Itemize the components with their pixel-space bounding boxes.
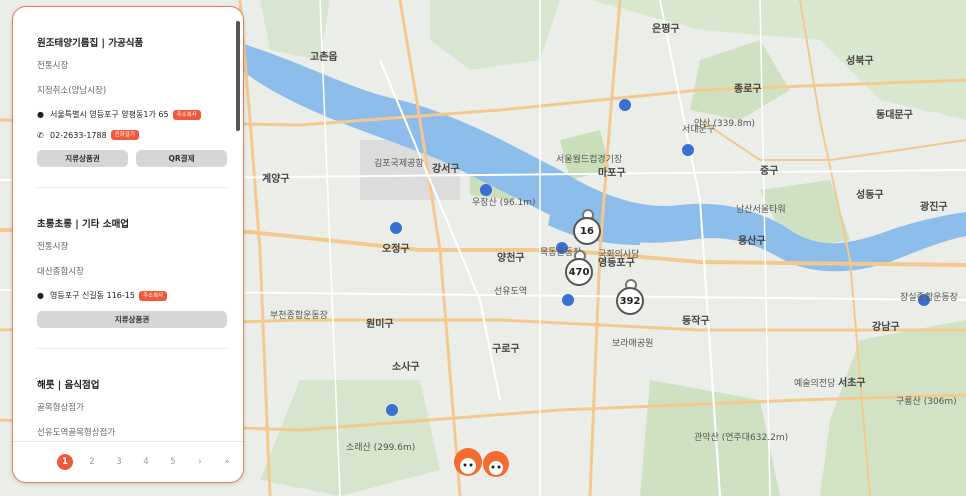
page-button-1[interactable]: 1 (57, 454, 73, 470)
district-label: 성북구 (846, 54, 874, 67)
district-label: 고촌읍 (310, 50, 338, 63)
district-label: 은평구 (652, 22, 680, 35)
store-address: 영등포구 신길동 116-15 (50, 291, 135, 300)
phone-icon: ✆ (37, 130, 44, 140)
store-title: 해룻 | 음식점업 (37, 380, 100, 391)
place-label: 선유도역 (494, 286, 527, 297)
map-cluster-marker[interactable]: 392 (616, 279, 644, 315)
store-title: 초롱초롱 | 기타 소매업 (37, 219, 130, 230)
map-cluster-marker[interactable]: 470 (565, 250, 593, 286)
store-market-type: 전통시장 (37, 242, 69, 252)
store-list-panel: 원조태양기름집 | 가공식품 전통시장 지정취소(양남시장) ● 서울특별시 영… (12, 6, 244, 483)
district-label: 소사구 (392, 360, 420, 373)
page-button-5[interactable]: 5 (165, 454, 181, 470)
marker-count: 392 (616, 287, 644, 315)
store-card[interactable]: 초롱초롱 | 기타 소매업 전통시장 대산종합시장 ● 영등포구 신길동 116… (37, 188, 227, 349)
copy-address-button[interactable]: 주소복사 (172, 109, 201, 120)
place-label: 국회의사당 (598, 249, 639, 260)
district-label: 마포구 (598, 166, 626, 179)
store-address-row: ● 서울특별시 영등포구 양평동1가 65 주소복사 (37, 109, 227, 120)
paper-voucher-button[interactable]: 지류상품권 (37, 150, 128, 167)
place-label: 서대문구 (682, 124, 715, 135)
place-label: 관악산 (연주대632.2m) (694, 431, 788, 443)
qr-payment-button[interactable]: QR결제 (136, 150, 227, 167)
marker-count: 470 (565, 258, 593, 286)
call-button[interactable]: 전화걸기 (110, 130, 139, 140)
last-page-button[interactable]: » (219, 454, 235, 470)
district-label: 원미구 (366, 317, 394, 330)
store-market-type: 전통시장 (37, 61, 69, 71)
store-market-type: 골목형상점가 (37, 403, 84, 413)
store-card[interactable]: 해룻 | 음식점업 골목형상점가 선유도역골목형상점가 (37, 349, 227, 442)
district-label: 동대문구 (876, 108, 913, 121)
store-phone: 02-2633-1788 (50, 130, 107, 140)
store-status: 선유도역골목형상점가 (37, 428, 116, 438)
store-payment-buttons: 지류상품권 QR결제 (37, 150, 227, 167)
district-label: 용산구 (738, 234, 766, 247)
district-label: 강남구 (872, 320, 900, 333)
place-label: 구룡산 (306m) (896, 396, 957, 407)
store-phone-row: ✆ 02-2633-1788 전화걸기 (37, 130, 227, 140)
page-button-4[interactable]: 4 (138, 454, 154, 470)
place-label: 보라매공원 (612, 338, 653, 349)
district-label: 중구 (760, 165, 778, 177)
location-pin-icon: ● (37, 110, 44, 119)
store-payment-buttons: 지류상품권 (37, 311, 227, 328)
list-scrollbar[interactable] (236, 21, 240, 131)
copy-address-button[interactable]: 주소복사 (138, 290, 168, 301)
store-address: 서울특별시 영등포구 양평동1가 65 (50, 110, 169, 119)
place-label: 김포국제공항 (374, 157, 424, 169)
store-status: 지정취소(양남시장) (37, 86, 107, 96)
paper-voucher-button[interactable]: 지류상품권 (37, 311, 227, 328)
district-label: 구로구 (492, 343, 520, 355)
place-label: 소래산 (299.6m) (346, 442, 415, 453)
pagination: 1 2 3 4 5 › » (13, 441, 243, 482)
marker-count: 16 (573, 217, 601, 245)
place-label: 남산서울타워 (736, 204, 786, 215)
place-label: 우장산 (96.1m) (472, 197, 536, 208)
district-label: 종로구 (734, 83, 762, 95)
store-status: 대산종합시장 (37, 267, 84, 277)
store-title: 원조태양기름집 | 가공식품 (37, 38, 144, 49)
page-button-2[interactable]: 2 (84, 454, 100, 470)
next-page-button[interactable]: › (192, 454, 208, 470)
district-label: 계양구 (262, 172, 290, 185)
location-pin-icon: ● (37, 291, 44, 300)
district-label: 오정구 (382, 242, 410, 255)
district-label: 광진구 (920, 200, 948, 213)
place-label: 예술의전당 (794, 378, 835, 389)
map-cluster-marker[interactable]: 16 (573, 209, 601, 245)
district-label: 성동구 (856, 188, 884, 201)
store-list[interactable]: 원조태양기름집 | 가공식품 전통시장 지정취소(양남시장) ● 서울특별시 영… (13, 7, 243, 442)
place-label: 서울월드컵경기장 (556, 153, 622, 165)
district-label: 서초구 (838, 376, 866, 389)
district-label: 양천구 (497, 251, 525, 264)
page-button-3[interactable]: 3 (111, 454, 127, 470)
place-label: 부천종합운동장 (270, 310, 328, 321)
district-label: 강서구 (432, 162, 460, 175)
district-label: 동작구 (682, 314, 710, 327)
store-card[interactable]: 원조태양기름집 | 가공식품 전통시장 지정취소(양남시장) ● 서울특별시 영… (37, 7, 227, 188)
store-address-row: ● 영등포구 신길동 116-15 주소복사 (37, 290, 227, 301)
place-label: 장실종합운동장 (900, 292, 958, 303)
